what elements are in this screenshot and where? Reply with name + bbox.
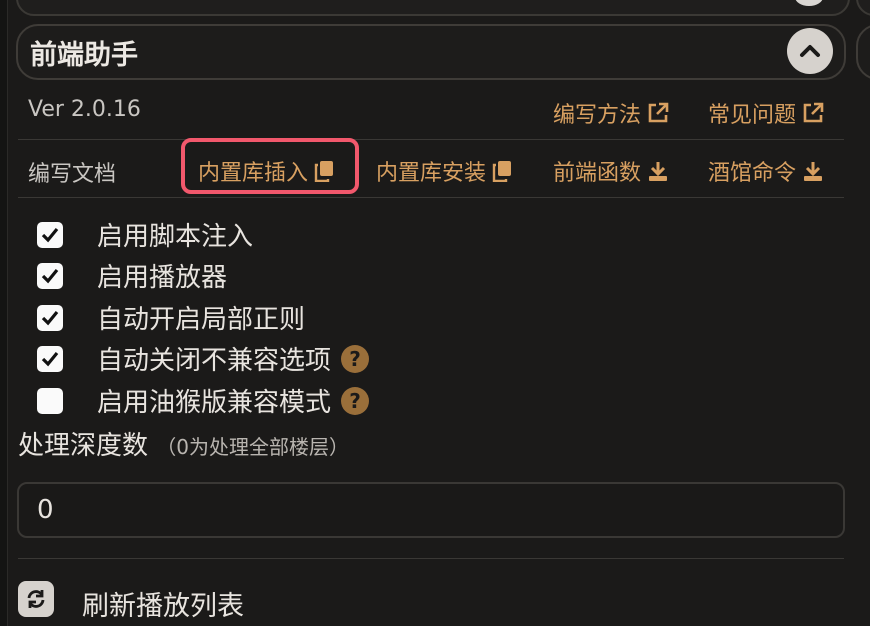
- checkbox[interactable]: [37, 262, 63, 289]
- tavern-commands-label: 酒馆命令: [708, 161, 797, 186]
- checkbox[interactable]: [37, 221, 63, 248]
- download-icon: [649, 162, 668, 181]
- option-label: 自动开启局部正则: [97, 305, 306, 335]
- checkmark-icon: [41, 310, 59, 325]
- option-label: 自动关闭不兼容选项: [97, 346, 332, 376]
- refresh-button[interactable]: [18, 581, 54, 617]
- divider: [18, 558, 844, 559]
- copy-icon: [314, 161, 334, 182]
- panel-title: 前端助手: [30, 40, 138, 71]
- faq-label: 常见问题: [708, 103, 797, 128]
- divider: [18, 139, 844, 140]
- builtin-insert-label: 内置库插入: [198, 161, 309, 186]
- side-panel-top: [856, 0, 870, 16]
- download-icon: [804, 162, 823, 181]
- builtin-install-link[interactable]: 内置库安装: [376, 155, 512, 187]
- divider: [18, 197, 844, 198]
- copy-icon: [492, 161, 512, 182]
- help-icon[interactable]: ?: [341, 344, 370, 373]
- option-local-regex[interactable]: 自动开启局部正则: [37, 299, 305, 336]
- option-close-incompatible[interactable]: 自动关闭不兼容选项 ?: [37, 340, 370, 377]
- collapse-button[interactable]: [787, 28, 833, 74]
- write-method-label: 编写方法: [553, 103, 642, 128]
- side-panel-header: [856, 24, 870, 80]
- depth-label-row: 处理深度数 （0为处理全部楼层）: [18, 425, 349, 462]
- option-tampermonkey-compat[interactable]: 启用油猴版兼容模式 ?: [37, 382, 370, 419]
- checkbox[interactable]: [37, 304, 63, 331]
- option-label-group: 自动关闭不兼容选项 ?: [97, 340, 370, 377]
- depth-input[interactable]: [17, 482, 845, 538]
- option-label: 启用油猴版兼容模式: [97, 388, 332, 418]
- builtin-insert-link[interactable]: 内置库插入: [198, 155, 334, 187]
- option-label: 启用播放器: [97, 263, 228, 293]
- previous-panel: [16, 0, 850, 16]
- write-method-link[interactable]: 编写方法: [553, 97, 669, 129]
- depth-label: 处理深度数: [18, 431, 149, 461]
- panel-header[interactable]: [16, 24, 846, 80]
- help-icon[interactable]: ?: [341, 386, 370, 415]
- option-label: 启用脚本注入: [97, 222, 254, 252]
- chevron-up-icon: [800, 45, 820, 57]
- checkmark-icon: [41, 227, 59, 242]
- docs-label: 编写文档: [28, 162, 117, 187]
- left-rail: [0, 0, 8, 626]
- depth-hint: （0为处理全部楼层）: [156, 435, 350, 459]
- checkbox[interactable]: [37, 345, 63, 372]
- checkmark-icon: [41, 351, 59, 366]
- checkmark-icon: [41, 268, 59, 283]
- builtin-install-label: 内置库安装: [376, 161, 487, 186]
- frontend-functions-link[interactable]: 前端函数: [553, 155, 669, 187]
- frontend-functions-label: 前端函数: [553, 161, 642, 186]
- option-label-group: 启用油猴版兼容模式 ?: [97, 382, 370, 419]
- refresh-icon: [27, 590, 45, 608]
- tavern-commands-link[interactable]: 酒馆命令: [708, 155, 824, 187]
- checkbox[interactable]: [37, 387, 63, 414]
- option-player[interactable]: 启用播放器: [37, 257, 227, 294]
- faq-link[interactable]: 常见问题: [708, 97, 824, 129]
- external-link-icon: [803, 102, 824, 123]
- version-text: Ver 2.0.16: [28, 97, 141, 122]
- refresh-label[interactable]: 刷新播放列表: [82, 584, 244, 623]
- option-script-injection[interactable]: 启用脚本注入: [37, 216, 253, 253]
- external-link-icon: [648, 102, 669, 123]
